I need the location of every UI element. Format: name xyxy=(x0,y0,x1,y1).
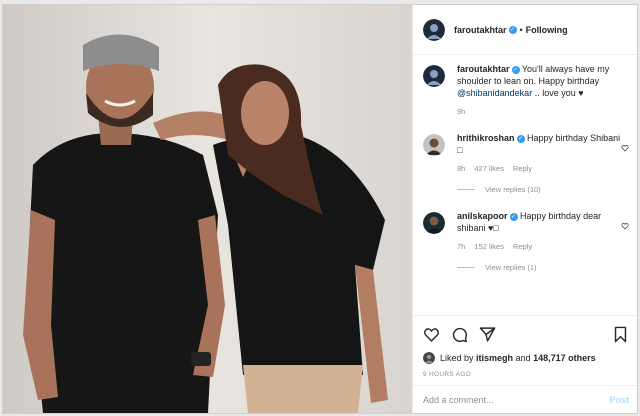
liked-by-user[interactable]: itismegh xyxy=(476,353,513,363)
comment-meta: 7h 152 likes Reply xyxy=(457,241,621,253)
post-header: faroutakhtar ✓ • Following xyxy=(413,5,637,55)
comment-heart-icon[interactable] xyxy=(621,144,629,152)
share-icon[interactable] xyxy=(479,326,496,343)
reply-button[interactable]: Reply xyxy=(513,241,532,253)
verified-badge-icon: ✓ xyxy=(511,65,520,74)
comment-item: hrithikroshan ✓ Happy birthday Shibani □ … xyxy=(413,132,637,175)
post-photo[interactable] xyxy=(3,5,412,413)
comment-heart-icon[interactable] xyxy=(621,222,629,230)
comment-likes[interactable]: 152 likes xyxy=(474,241,504,253)
comment-time: 7h xyxy=(457,242,466,251)
caption: faroutakhtar ✓ You'll always have my shou… xyxy=(413,63,637,118)
heart-icon[interactable] xyxy=(423,326,440,343)
caption-body: faroutakhtar ✓ You'll always have my shou… xyxy=(457,63,629,118)
comment-likes[interactable]: 427 likes xyxy=(474,163,504,175)
view-replies-button[interactable]: View replies (10) xyxy=(457,185,637,194)
comment-body: anilskapoor ✓ Happy birthday dear shibani… xyxy=(457,210,621,253)
instagram-post-window: faroutakhtar ✓ • Following faroutakhtar ✓… xyxy=(2,4,638,414)
comment-emoji: ♥□ xyxy=(488,223,499,233)
replies-divider xyxy=(457,189,475,190)
add-comment-bar: Post xyxy=(413,385,637,413)
bookmark-icon[interactable] xyxy=(612,326,629,343)
avatar[interactable] xyxy=(423,65,445,87)
comment-icon[interactable] xyxy=(451,326,468,343)
replies-divider xyxy=(457,267,475,268)
post-timestamp: 9 HOURS AGO xyxy=(423,371,472,378)
comment-meta: 8h 427 likes Reply xyxy=(457,163,621,175)
comment-username[interactable]: hrithikroshan xyxy=(457,133,515,143)
photo-image xyxy=(3,5,412,413)
liked-by-and: and xyxy=(515,353,531,363)
post-comment-button[interactable]: Post xyxy=(609,395,629,405)
likes-summary: Liked by itismegh and 148,717 others xyxy=(423,352,629,364)
post-username[interactable]: faroutakhtar xyxy=(454,25,507,35)
comment-item: anilskapoor ✓ Happy birthday dear shibani… xyxy=(413,210,637,253)
separator: • xyxy=(519,24,523,35)
action-icons xyxy=(423,324,629,344)
caption-username[interactable]: faroutakhtar xyxy=(457,64,510,74)
comment-emoji: □ xyxy=(457,145,463,155)
verified-badge-icon: ✓ xyxy=(509,212,518,221)
caption-time: 9h xyxy=(457,107,466,116)
post-actions: Liked by itismegh and 148,717 others 9 H… xyxy=(413,315,637,378)
reply-button[interactable]: Reply xyxy=(513,163,532,175)
verified-badge-icon: ✓ xyxy=(508,25,517,34)
avatar[interactable] xyxy=(423,18,445,41)
liked-by-prefix: Liked by xyxy=(440,353,474,363)
following-button[interactable]: Following xyxy=(526,25,568,35)
view-replies-label[interactable]: View replies (10) xyxy=(485,185,541,194)
caption-heart: ♥ xyxy=(578,88,584,98)
view-replies-label[interactable]: View replies (1) xyxy=(485,263,537,272)
view-replies-button[interactable]: View replies (1) xyxy=(457,263,637,272)
avatar[interactable] xyxy=(423,352,435,364)
likes-count[interactable]: 148,717 others xyxy=(533,353,596,363)
avatar[interactable] xyxy=(423,212,445,234)
caption-text-part2: .. love you xyxy=(534,88,576,98)
caption-meta: 9h xyxy=(457,106,629,118)
comment-username[interactable]: anilskapoor xyxy=(457,211,508,221)
comment-time: 8h xyxy=(457,164,466,173)
avatar[interactable] xyxy=(423,134,445,156)
comment-text: Happy birthday Shibani xyxy=(527,133,621,143)
comments-list[interactable]: faroutakhtar ✓ You'll always have my shou… xyxy=(413,63,637,311)
verified-badge-icon: ✓ xyxy=(516,134,525,143)
comment-body: hrithikroshan ✓ Happy birthday Shibani □ … xyxy=(457,132,621,175)
caption-mention[interactable]: @shibanidandekar xyxy=(457,88,532,98)
comment-input[interactable] xyxy=(423,394,610,405)
post-side-panel: faroutakhtar ✓ • Following faroutakhtar ✓… xyxy=(412,5,637,413)
